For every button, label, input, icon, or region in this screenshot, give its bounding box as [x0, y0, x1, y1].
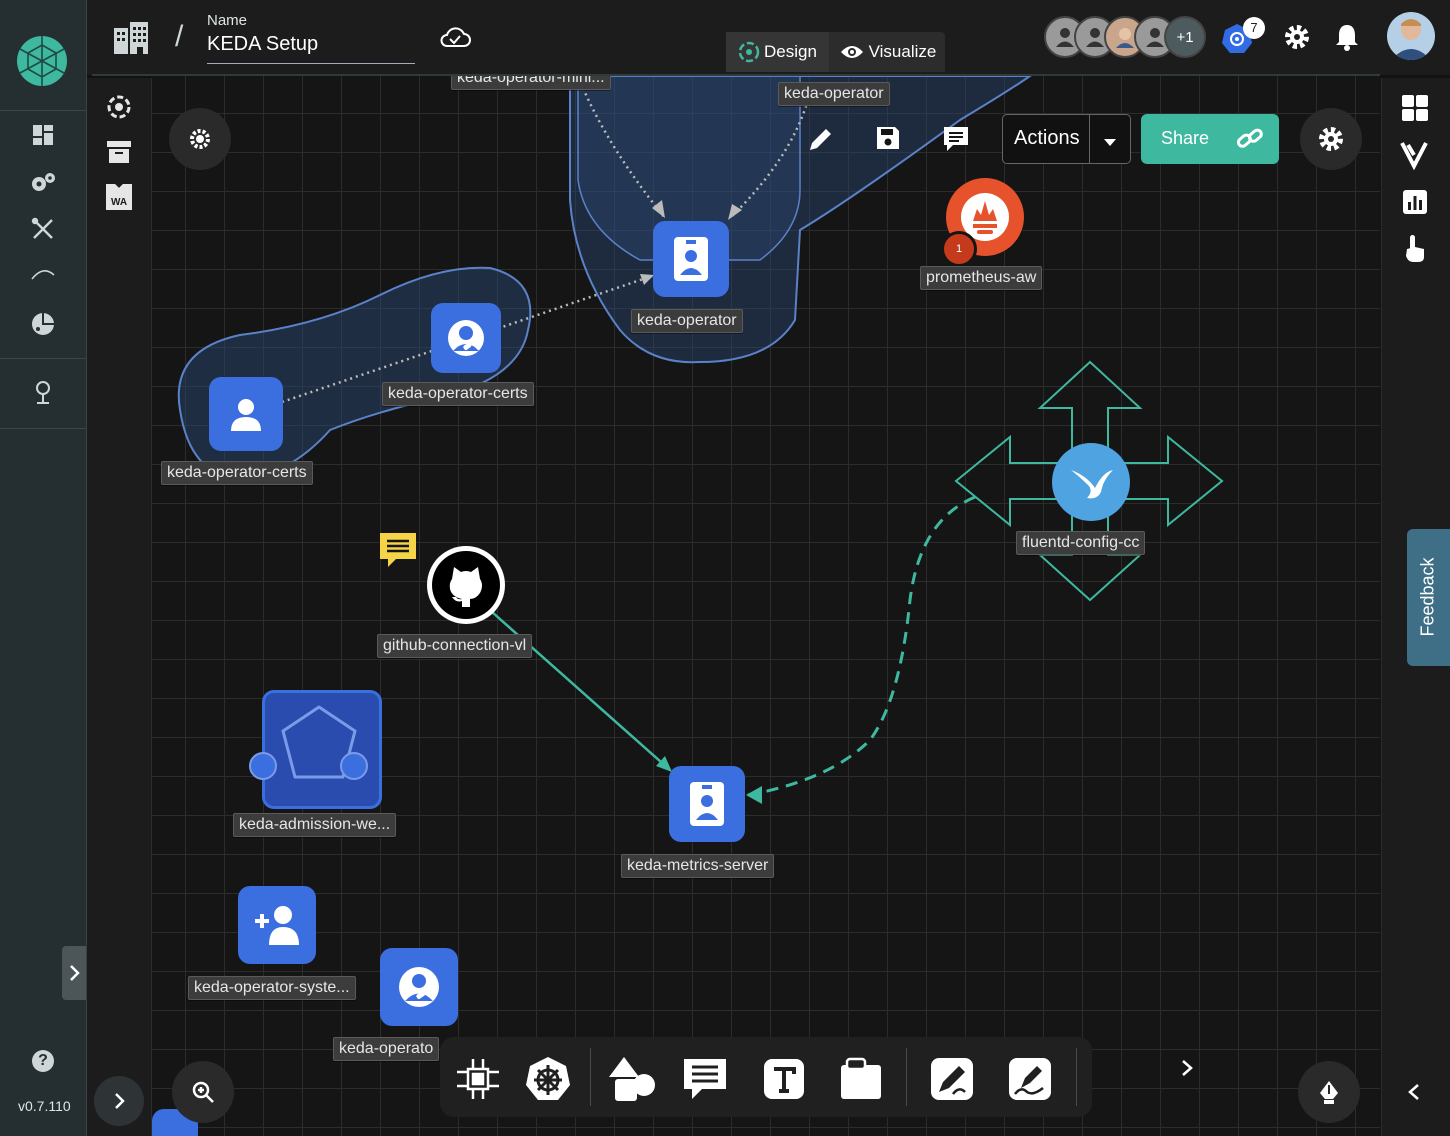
kubernetes-filter-button[interactable]: [169, 108, 231, 170]
name-field-label: Name: [207, 12, 248, 29]
shapes-icon[interactable]: [605, 1052, 659, 1106]
grid-layout-icon[interactable]: [1401, 94, 1429, 122]
share-button[interactable]: Share: [1141, 114, 1279, 164]
expand-panel-button[interactable]: [94, 1076, 144, 1126]
secret-node[interactable]: [431, 303, 501, 373]
tab-design-label: Design: [764, 42, 817, 61]
service-account-node[interactable]: [653, 221, 729, 297]
fluentd-node[interactable]: [1052, 443, 1130, 521]
zoom-button[interactable]: [172, 1061, 234, 1123]
group-node[interactable]: [238, 886, 316, 964]
mode-tabs: Design Visualize: [726, 32, 945, 72]
location-icon[interactable]: [27, 376, 59, 408]
kubernetes-tool[interactable]: [521, 1052, 575, 1106]
top-bar: / Name KEDA Setup Design Visualize +1 7: [87, 0, 1450, 75]
pencil-icon[interactable]: [806, 124, 836, 154]
tab-visualize-label: Visualize: [868, 42, 937, 61]
node-label[interactable]: keda-operator-certs: [161, 461, 313, 485]
comment-icon[interactable]: [941, 124, 971, 154]
webhook-port-right: [340, 752, 368, 780]
edge-dashed: [747, 495, 976, 797]
catalog-icon[interactable]: [106, 140, 132, 164]
toolbar-separator: [1076, 1048, 1077, 1106]
kanvas-icon[interactable]: [106, 94, 132, 120]
meshery-logo-icon[interactable]: [16, 35, 68, 87]
toolbar-separator: [906, 1048, 907, 1106]
user-profile-avatar[interactable]: [1387, 12, 1435, 60]
prometheus-badge: 1: [941, 231, 977, 267]
save-icon[interactable]: [874, 124, 902, 152]
k8s-context-count-badge: 7: [1243, 17, 1265, 39]
tab-visualize[interactable]: Visualize: [831, 32, 945, 72]
node-label[interactable]: keda-operator-syste...: [188, 976, 356, 1000]
node-label[interactable]: keda-operator: [631, 309, 743, 333]
configuration-icon[interactable]: [27, 166, 59, 198]
github-node[interactable]: [427, 546, 505, 624]
text-icon[interactable]: [757, 1052, 811, 1106]
webhook-port-left: [249, 752, 277, 780]
dashboard-icon[interactable]: [27, 119, 59, 151]
comment-tool[interactable]: [678, 1052, 732, 1106]
secret-node[interactable]: [380, 948, 458, 1026]
extra-collaborators-badge[interactable]: +1: [1164, 16, 1206, 58]
node-label[interactable]: keda-operator: [778, 82, 890, 106]
chevron-right-icon[interactable]: [1180, 1058, 1196, 1080]
node-label[interactable]: keda-metrics-server: [621, 854, 775, 878]
bell-icon[interactable]: [1335, 23, 1359, 51]
tools-icon[interactable]: [27, 213, 59, 245]
share-label: Share: [1161, 128, 1210, 148]
feedback-tab[interactable]: Feedback: [1407, 529, 1450, 666]
node-label[interactable]: keda-operato: [333, 1037, 440, 1061]
performance-icon[interactable]: [27, 258, 59, 290]
cloud-check-icon[interactable]: [439, 24, 471, 50]
version-label: v0.7.110: [18, 1098, 71, 1114]
toolbar-separator: [590, 1048, 591, 1106]
help-icon[interactable]: ?: [27, 1045, 59, 1077]
design-sidebar: WA: [87, 78, 152, 1136]
node-label[interactable]: github-connection-vl: [377, 634, 533, 658]
embed-design-tool[interactable]: [451, 1052, 505, 1106]
node-label[interactable]: keda-operator-mini...: [451, 76, 611, 90]
settings-icon[interactable]: [1283, 23, 1311, 51]
expand-nav-button[interactable]: [62, 946, 86, 1000]
design-canvas[interactable]: Actions Share keda-operator-mini... keda…: [152, 76, 1380, 1136]
webhook-node[interactable]: [262, 690, 382, 809]
extensions-icon[interactable]: [27, 308, 59, 340]
actions-label: Actions: [1014, 127, 1080, 149]
tab-design[interactable]: Design: [726, 32, 829, 72]
pen-icon[interactable]: [925, 1052, 979, 1106]
hand-pointer-icon[interactable]: [1403, 233, 1427, 263]
chevron-down-icon[interactable]: [1103, 134, 1117, 152]
comment-note-icon[interactable]: [378, 531, 418, 569]
chevron-left-icon[interactable]: [1407, 1082, 1423, 1104]
pen-tool-button[interactable]: [1298, 1061, 1360, 1123]
eye-icon: [840, 44, 864, 60]
section-tool[interactable]: [834, 1052, 888, 1106]
breadcrumb-separator: /: [175, 20, 184, 53]
chart-icon[interactable]: [1402, 189, 1428, 215]
design-icon: [738, 41, 760, 63]
wasm-label: WA: [110, 197, 128, 208]
secret-node[interactable]: [209, 377, 283, 451]
link-icon: [1236, 126, 1264, 157]
feedback-label: Feedback: [1417, 557, 1438, 637]
node-label[interactable]: keda-operator-certs: [382, 382, 534, 406]
design-name-input[interactable]: KEDA Setup: [207, 33, 415, 64]
building-icon[interactable]: [111, 20, 151, 56]
y-icon[interactable]: [1399, 140, 1429, 171]
wasm-icon[interactable]: WA: [106, 184, 132, 210]
node-label[interactable]: fluentd-config-cc: [1016, 531, 1146, 555]
signature-icon[interactable]: [1003, 1052, 1057, 1106]
service-account-node[interactable]: [669, 766, 745, 842]
actions-button[interactable]: Actions: [1002, 114, 1131, 164]
node-label[interactable]: keda-admission-we...: [233, 813, 397, 837]
canvas-settings-button[interactable]: [1300, 108, 1362, 170]
node-label[interactable]: prometheus-aw: [920, 266, 1043, 290]
